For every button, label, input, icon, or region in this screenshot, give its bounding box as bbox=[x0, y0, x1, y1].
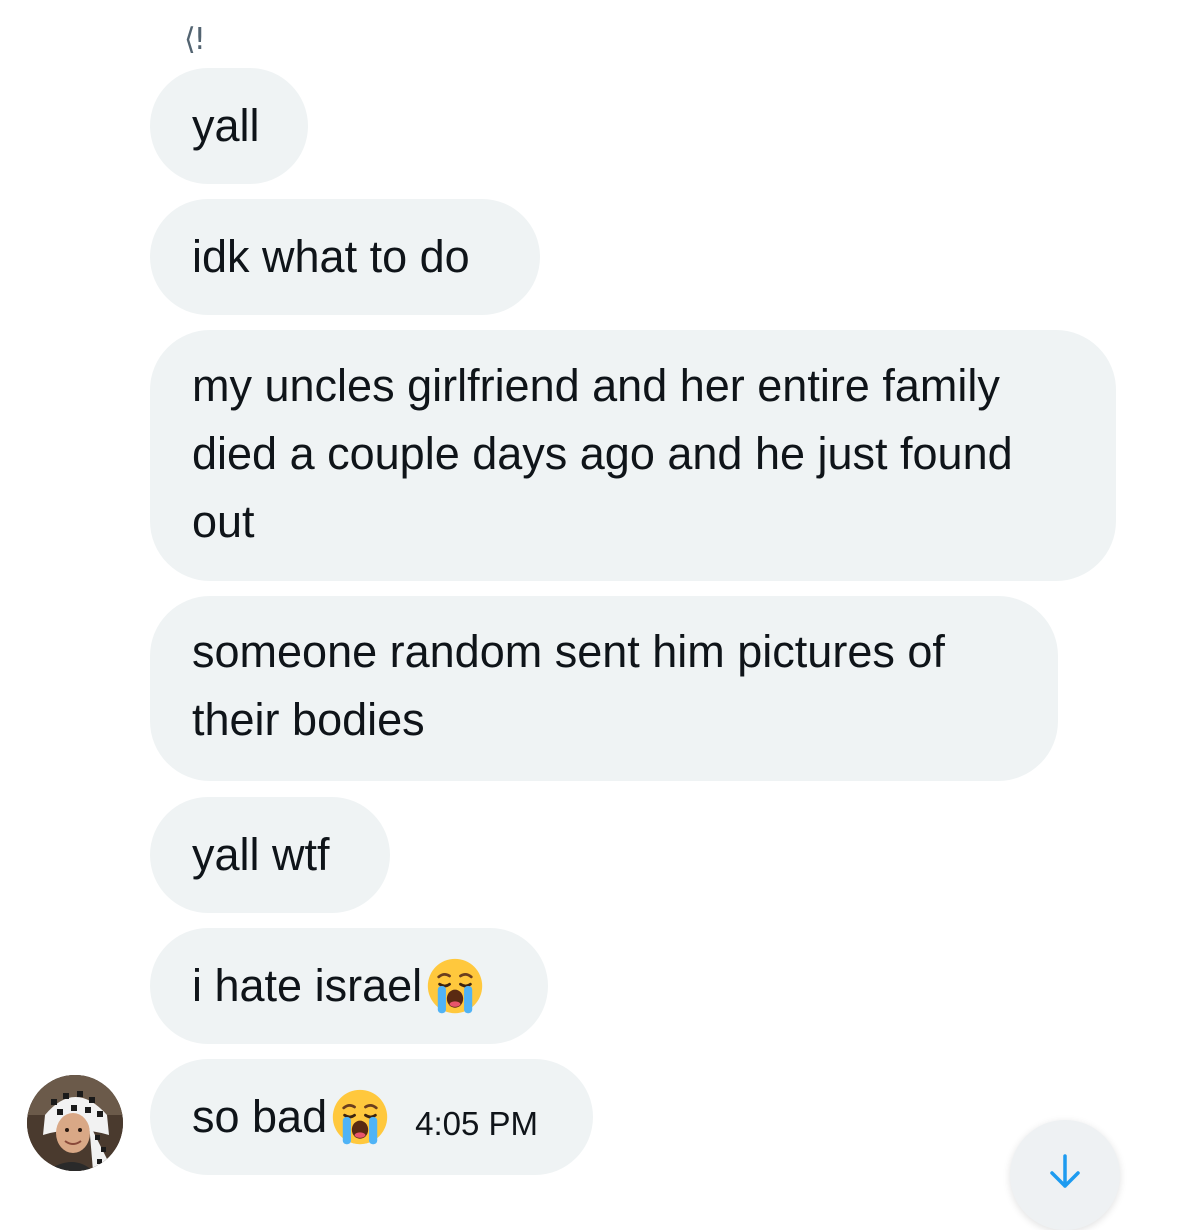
avatar[interactable] bbox=[27, 1075, 123, 1171]
avatar-image bbox=[27, 1075, 123, 1171]
loudly-crying-face-icon bbox=[332, 1089, 388, 1145]
message-bubble[interactable]: my uncles girlfriend and her entire fami… bbox=[150, 330, 1116, 581]
message-bubble[interactable]: yall wtf bbox=[150, 797, 390, 913]
arrow-down-icon bbox=[1050, 1154, 1080, 1188]
truncated-header-glyph: ⟨! bbox=[184, 22, 206, 57]
message-bubble[interactable]: idk what to do bbox=[150, 199, 540, 315]
message-bubble[interactable]: so bad 4:05 PM bbox=[150, 1059, 593, 1175]
message-text: i hate israel bbox=[192, 960, 423, 1011]
loudly-crying-face-icon bbox=[427, 958, 483, 1014]
message-text: someone random sent him pictures of thei… bbox=[192, 626, 945, 745]
scroll-to-bottom-button[interactable] bbox=[1010, 1120, 1120, 1230]
message-text: idk what to do bbox=[192, 231, 470, 282]
message-bubble[interactable]: yall bbox=[150, 68, 308, 184]
message-bubble[interactable]: someone random sent him pictures of thei… bbox=[150, 596, 1058, 781]
message-text: yall wtf bbox=[192, 829, 330, 880]
message-text: my uncles girlfriend and her entire fami… bbox=[192, 360, 1013, 547]
message-text: so bad bbox=[192, 1091, 328, 1142]
message-timestamp: 4:05 PM bbox=[415, 1105, 539, 1142]
message-bubble[interactable]: i hate israel bbox=[150, 928, 548, 1044]
message-text: yall bbox=[192, 100, 260, 151]
